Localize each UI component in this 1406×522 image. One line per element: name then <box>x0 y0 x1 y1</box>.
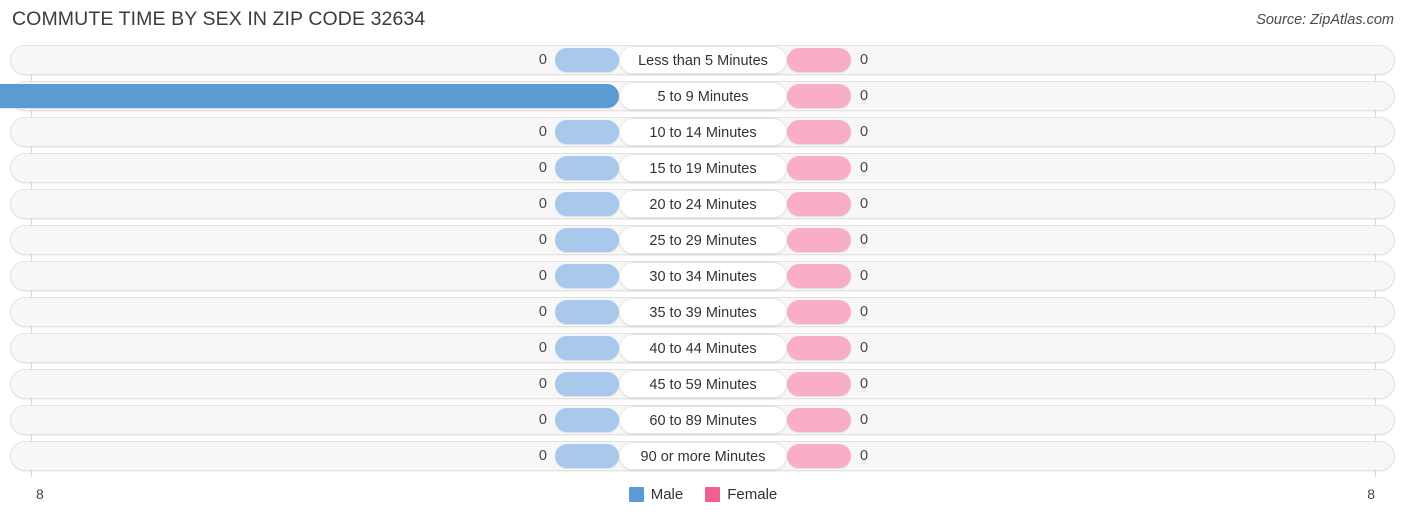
value-label-female: 0 <box>860 124 869 140</box>
category-label-pill: 40 to 44 Minutes <box>619 334 787 362</box>
bar-female <box>787 120 851 144</box>
legend-label: Female <box>727 485 778 503</box>
bar-female <box>787 336 851 360</box>
value-label-female: 0 <box>860 304 869 320</box>
value-label-female: 0 <box>860 448 869 464</box>
category-label-pill: 25 to 29 Minutes <box>619 226 787 254</box>
bar-female <box>787 192 851 216</box>
bar-female <box>787 372 851 396</box>
legend-item[interactable]: Male <box>628 485 684 503</box>
chart-header: COMMUTE TIME BY SEX IN ZIP CODE 32634 So… <box>0 0 1406 42</box>
chart-plot-area: 0 0 Less than 5 Minutes 8 0 5 to 9 Minutes 0 0 1… <box>0 45 1406 477</box>
bar-row: 8 0 5 to 9 Minutes <box>0 81 1406 111</box>
page-title: COMMUTE TIME BY SEX IN ZIP CODE 32634 <box>12 8 426 30</box>
category-label-pill: 30 to 34 Minutes <box>619 262 787 290</box>
bar-row: 0 0 45 to 59 Minutes <box>0 369 1406 399</box>
bar-male <box>555 228 619 252</box>
bar-female <box>787 264 851 288</box>
value-label-male: 0 <box>538 448 547 464</box>
bar-male <box>555 192 619 216</box>
chart-footer: 8 8 Male Female <box>0 482 1406 514</box>
category-label-pill: 45 to 59 Minutes <box>619 370 787 398</box>
category-label-pill: 10 to 14 Minutes <box>619 118 787 146</box>
bar-row: 0 0 25 to 29 Minutes <box>0 225 1406 255</box>
category-label-pill: 20 to 24 Minutes <box>619 190 787 218</box>
bar-male <box>555 372 619 396</box>
bar-rows-container: 0 0 Less than 5 Minutes 8 0 5 to 9 Minutes 0 0 1… <box>0 45 1406 471</box>
bar-male <box>555 48 619 72</box>
category-label-pill: 90 or more Minutes <box>619 442 787 470</box>
bar-row: 0 0 35 to 39 Minutes <box>0 297 1406 327</box>
bar-row: 0 0 10 to 14 Minutes <box>0 117 1406 147</box>
bar-male <box>555 336 619 360</box>
value-label-female: 0 <box>860 160 869 176</box>
bar-female <box>787 48 851 72</box>
bar-female <box>787 228 851 252</box>
value-label-male: 0 <box>538 376 547 392</box>
legend-label: Male <box>650 485 684 503</box>
category-label-pill: 35 to 39 Minutes <box>619 298 787 326</box>
bar-male <box>555 120 619 144</box>
bar-male <box>555 264 619 288</box>
value-label-female: 0 <box>860 232 869 248</box>
bar-female <box>787 408 851 432</box>
bar-row: 0 0 40 to 44 Minutes <box>0 333 1406 363</box>
bar-female <box>787 84 851 108</box>
value-label-female: 0 <box>860 52 869 68</box>
value-label-female: 0 <box>860 196 869 212</box>
legend-swatch-icon <box>705 486 721 502</box>
bar-male <box>555 156 619 180</box>
value-label-female: 0 <box>860 88 869 104</box>
value-label-female: 0 <box>860 376 869 392</box>
category-label-pill: 5 to 9 Minutes <box>619 82 787 110</box>
value-label-female: 0 <box>860 340 869 356</box>
value-label-male: 0 <box>538 196 547 212</box>
bar-row: 0 0 60 to 89 Minutes <box>0 405 1406 435</box>
bar-female <box>787 300 851 324</box>
value-label-male: 0 <box>538 340 547 356</box>
chart-legend: Male Female <box>0 482 1406 506</box>
bar-row: 0 0 15 to 19 Minutes <box>0 153 1406 183</box>
value-label-male: 0 <box>538 304 547 320</box>
value-label-female: 0 <box>860 268 869 284</box>
category-label-pill: 60 to 89 Minutes <box>619 406 787 434</box>
bar-female <box>787 156 851 180</box>
bar-male <box>555 300 619 324</box>
value-label-female: 0 <box>860 412 869 428</box>
value-label-male: 0 <box>538 160 547 176</box>
category-label-pill: 15 to 19 Minutes <box>619 154 787 182</box>
bar-male <box>555 408 619 432</box>
value-label-male: 8 <box>0 81 10 111</box>
bar-row: 0 0 90 or more Minutes <box>0 441 1406 471</box>
legend-swatch-icon <box>628 486 644 502</box>
legend-item[interactable]: Female <box>705 486 777 503</box>
source-attribution: Source: ZipAtlas.com <box>1256 12 1394 28</box>
bar-row: 0 0 30 to 34 Minutes <box>0 261 1406 291</box>
value-label-male: 0 <box>538 52 547 68</box>
bar-row: 0 0 20 to 24 Minutes <box>0 189 1406 219</box>
bar-row: 0 0 Less than 5 Minutes <box>0 45 1406 75</box>
value-label-male: 0 <box>538 124 547 140</box>
category-label-pill: Less than 5 Minutes <box>619 46 787 74</box>
bar-male <box>555 444 619 468</box>
value-label-male: 0 <box>538 268 547 284</box>
bar-female <box>787 444 851 468</box>
value-label-male: 0 <box>538 412 547 428</box>
value-label-male: 0 <box>538 232 547 248</box>
bar-male <box>0 84 619 108</box>
